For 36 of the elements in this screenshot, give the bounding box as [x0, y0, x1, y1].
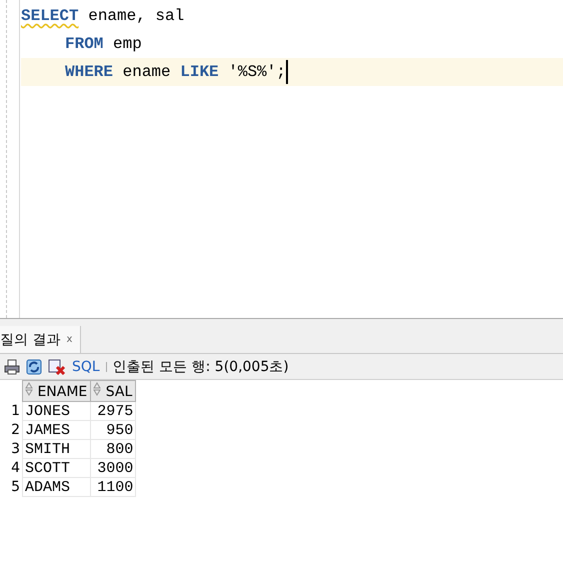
sql-link[interactable]: SQL — [72, 358, 100, 374]
column-header[interactable]: SAL — [90, 380, 136, 402]
status-text: 인출된 모든 행: 5(0,005초) — [112, 358, 289, 376]
table-cell: 950 — [90, 420, 136, 440]
row-number: 3 — [0, 440, 22, 458]
table-cell: 800 — [90, 440, 136, 458]
sql-keyword: WHERE — [65, 63, 114, 81]
row-number: 5 — [0, 478, 22, 496]
row-number: 1 — [0, 402, 22, 420]
row-number: 4 — [0, 458, 22, 478]
table-cell: JAMES — [22, 420, 91, 440]
sql-keyword: LIKE — [180, 63, 219, 81]
sql-keyword: FROM — [65, 35, 104, 53]
table-cell: SMITH — [22, 440, 91, 458]
table-cell: SCOTT — [22, 458, 91, 478]
table-cell: 1100 — [90, 478, 136, 496]
sort-icon — [25, 382, 33, 396]
row-number: 2 — [0, 420, 22, 440]
printer-icon[interactable] — [4, 358, 20, 374]
text-cursor — [286, 60, 288, 84]
code-text: emp — [112, 35, 142, 53]
table-cell: 2975 — [90, 402, 136, 420]
results-tab[interactable]: 질의 결과 x — [0, 326, 82, 353]
refresh-icon[interactable] — [26, 358, 42, 374]
code-text: '%S%'; — [227, 63, 286, 81]
sql-keyword: SELECT — [21, 7, 79, 25]
code-editor[interactable]: SELECT ename, sal FROM emp WHERE ename LIKE '%S%'; — [20, 0, 563, 318]
code-text: ename, sal — [87, 7, 184, 25]
code-text: ename — [122, 63, 172, 81]
column-header[interactable]: ENAME — [22, 380, 91, 402]
table-cell: 3000 — [90, 458, 136, 478]
clear-icon[interactable] — [48, 358, 66, 374]
close-icon[interactable]: x — [66, 334, 72, 345]
sort-icon — [93, 382, 102, 396]
table-cell: ADAMS — [22, 478, 91, 496]
table-cell: JONES — [22, 402, 91, 420]
